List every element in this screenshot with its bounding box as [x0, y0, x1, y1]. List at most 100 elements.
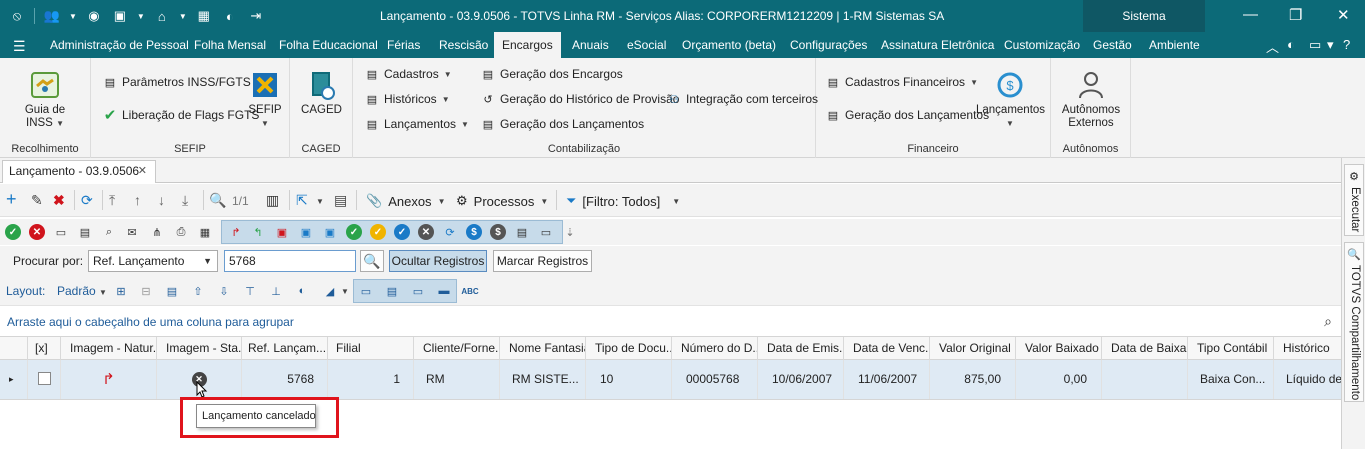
- filtro-button[interactable]: ⏷ [Filtro: Todos] ▼: [566, 193, 680, 209]
- menu-folha-educacional[interactable]: Folha Educacional: [279, 32, 378, 58]
- approve-icon[interactable]: ✓: [5, 224, 21, 240]
- column-header-valor-baixado[interactable]: Valor Baixado: [1016, 337, 1102, 360]
- view-mode-1-icon[interactable]: ▭: [358, 283, 374, 299]
- help-icon[interactable]: ?: [1343, 37, 1350, 52]
- expand-all-icon[interactable]: ⊞: [113, 283, 129, 299]
- card-icon[interactable]: ▭: [538, 224, 554, 240]
- check-green-icon[interactable]: ✓: [346, 224, 362, 240]
- sistema-tab[interactable]: Sistema: [1083, 0, 1205, 32]
- historicos-button[interactable]: ▤ Históricos ▼: [365, 92, 450, 106]
- column-header-data-baixa[interactable]: Data de Baixa: [1102, 337, 1188, 360]
- menu-folha-mensal[interactable]: Folha Mensal: [194, 32, 266, 58]
- arrow-green-icon[interactable]: ↰: [250, 224, 266, 240]
- color-icon[interactable]: ◐: [294, 283, 310, 299]
- caged-button[interactable]: CAGED: [298, 70, 345, 117]
- screen-icon[interactable]: ▣: [111, 7, 129, 25]
- chevron-down-icon[interactable]: ▼: [341, 287, 349, 296]
- check-blue-icon[interactable]: ✓: [394, 224, 410, 240]
- menu-grip-icon[interactable]: ☰: [13, 38, 26, 55]
- calendar-check-icon[interactable]: ▣: [322, 224, 338, 240]
- chevron-down-icon[interactable]: ▾: [1327, 37, 1334, 53]
- lancamentos-fin-button[interactable]: $ Lançamentos ▼: [976, 70, 1045, 130]
- column-header-tipo-contabil[interactable]: Tipo Contábil: [1188, 337, 1274, 360]
- columns-icon[interactable]: ▥: [266, 192, 279, 209]
- last-record-icon[interactable]: ⤓: [182, 192, 188, 209]
- arrow-red-icon[interactable]: ↱: [228, 224, 244, 240]
- autonomos-externos-button[interactable]: Autônomos Externos: [1057, 70, 1125, 130]
- restore-button[interactable]: ❐: [1289, 6, 1302, 24]
- users-icon[interactable]: 👥: [43, 7, 61, 25]
- chart-icon[interactable]: ◢: [322, 283, 338, 299]
- processos-button[interactable]: ⚙ Processos ▼: [456, 193, 548, 209]
- column-header-ref-lancamento[interactable]: Ref. Lançam...: [242, 337, 328, 360]
- hierarchy-icon[interactable]: ⋔: [149, 224, 165, 240]
- document-money-icon[interactable]: ▤: [514, 224, 530, 240]
- menu-anuais[interactable]: Anuais: [572, 32, 609, 58]
- zoom-icon[interactable]: 🔍: [209, 192, 226, 209]
- cancel-dark-icon[interactable]: ✕: [418, 224, 434, 240]
- view-mode-4-icon[interactable]: ▬: [436, 283, 452, 299]
- geracao-historico-button[interactable]: ↺ Geração do Histórico de Provisão: [481, 92, 679, 106]
- collapse-ribbon-icon[interactable]: ︿: [1266, 37, 1279, 56]
- lancamentos-menu-button[interactable]: ▤ Lançamentos ▼: [365, 117, 469, 131]
- unpin-column-icon[interactable]: ⊥: [268, 283, 284, 299]
- menu-administracao[interactable]: Administração de Pessoal: [50, 32, 189, 58]
- row-select-cell[interactable]: [28, 360, 61, 399]
- group-icon[interactable]: ▤: [164, 283, 180, 299]
- delete-icon[interactable]: ✖: [53, 192, 65, 209]
- cadastros-button[interactable]: ▤ Cadastros ▼: [365, 67, 452, 81]
- menu-configuracoes[interactable]: Configurações: [790, 32, 867, 58]
- chevron-down-icon[interactable]: ▼: [316, 197, 324, 206]
- search-field-select[interactable]: Ref. Lançamento ▼: [88, 250, 218, 272]
- chevron-down-icon[interactable]: ▼: [137, 12, 145, 21]
- column-header-imagem-natureza[interactable]: Imagem - Natur...: [61, 337, 157, 360]
- geracao-encargos-button[interactable]: ▤ Geração dos Encargos: [481, 67, 623, 81]
- guia-inss-button[interactable]: Guia de INSS ▼: [12, 70, 78, 130]
- column-header-select[interactable]: [x]: [28, 337, 61, 360]
- column-header-data-vencimento[interactable]: Data de Venc...: [844, 337, 930, 360]
- globe-icon[interactable]: ◐: [1287, 37, 1295, 52]
- mail-icon[interactable]: ✉: [124, 224, 140, 240]
- map-icon[interactable]: ▦: [197, 224, 213, 240]
- ocultar-registros-button[interactable]: Ocultar Registros: [389, 250, 487, 272]
- tab-lancamento[interactable]: Lançamento - 03.9.0506 ✕: [2, 160, 156, 183]
- home-icon[interactable]: ⌂: [153, 7, 171, 25]
- money-dark-icon[interactable]: $: [490, 224, 506, 240]
- layout-select[interactable]: Padrão ▼: [57, 284, 107, 298]
- anexos-button[interactable]: 📎 Anexos ▼: [366, 193, 445, 209]
- tasks-icon[interactable]: ▤: [77, 224, 93, 240]
- column-header-data-emissao[interactable]: Data de Emis...: [758, 337, 844, 360]
- column-header-nome-fantasia[interactable]: Nome Fantasia: [500, 337, 586, 360]
- column-header-tipo-documento[interactable]: Tipo de Docu...: [586, 337, 672, 360]
- grid-icon[interactable]: ▦: [195, 7, 213, 25]
- pin-icon[interactable]: ⇣: [562, 224, 578, 240]
- add-icon[interactable]: +: [6, 189, 17, 210]
- column-header-imagem-status[interactable]: Imagem - Sta...: [157, 337, 242, 360]
- search-input[interactable]: 5768: [224, 250, 356, 272]
- menu-ferias[interactable]: Férias: [387, 32, 420, 58]
- calendar-icon[interactable]: ▣: [298, 224, 314, 240]
- print-icon[interactable]: ⎙: [173, 224, 189, 240]
- search-doc-icon[interactable]: ⌕: [101, 224, 117, 240]
- menu-esocial[interactable]: eSocial: [627, 32, 666, 58]
- column-header-valor-original[interactable]: Valor Original: [930, 337, 1016, 360]
- report-icon[interactable]: ▤: [334, 192, 347, 209]
- cadastros-financeiros-button[interactable]: ▤ Cadastros Financeiros ▼: [826, 75, 978, 89]
- next-record-icon[interactable]: ↓: [158, 192, 165, 208]
- calendar-x-icon[interactable]: ▣: [274, 224, 290, 240]
- export-icon[interactable]: ⇱: [296, 192, 308, 209]
- liberacao-flags-button[interactable]: ✔ Liberação de Flags FGTS: [103, 107, 260, 124]
- menu-ambiente[interactable]: Ambiente: [1149, 32, 1200, 58]
- exit-icon[interactable]: ⇥: [247, 7, 265, 25]
- chevron-down-icon[interactable]: ▼: [179, 12, 187, 21]
- sefip-button[interactable]: SEFIP ▼: [243, 70, 287, 130]
- search-button[interactable]: 🔍: [360, 250, 384, 272]
- column-header-filial[interactable]: Filial: [328, 337, 414, 360]
- first-record-icon[interactable]: ⤒: [109, 192, 115, 209]
- layout-icon[interactable]: ▭: [1309, 37, 1321, 53]
- column-header-cliente[interactable]: Cliente/Forne...: [414, 337, 500, 360]
- check-yellow-icon[interactable]: ✓: [370, 224, 386, 240]
- move-down-icon[interactable]: ⇩: [216, 283, 232, 299]
- minimize-button[interactable]: —: [1243, 6, 1258, 23]
- close-button[interactable]: ✕: [1337, 6, 1350, 24]
